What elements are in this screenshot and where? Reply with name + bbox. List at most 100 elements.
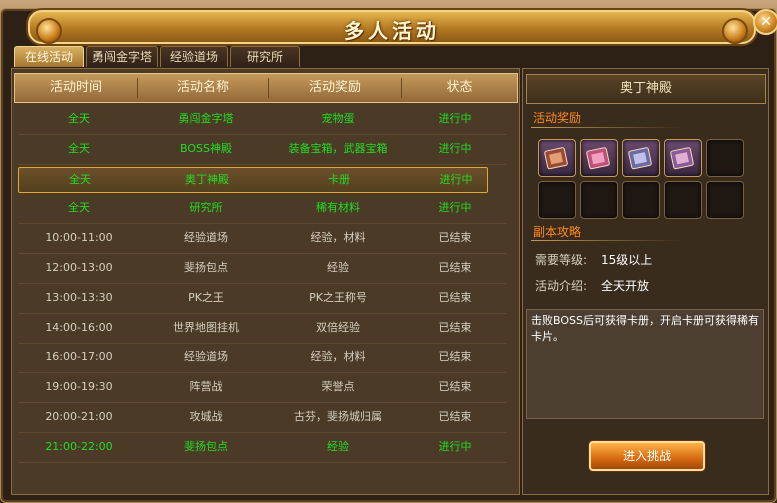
- cell-reward: 荣誉点: [321, 380, 355, 394]
- cell-status: 已结束: [438, 350, 472, 364]
- cell-status: 已结束: [438, 231, 472, 245]
- cell-reward: PK之王称号: [309, 290, 367, 304]
- cell-name: 经验道场: [184, 350, 228, 364]
- table-row[interactable]: 21:00-22:00 斐扬包点 经验 进行中: [18, 433, 506, 463]
- table-row-selected[interactable]: 全天 奥丁神殿 卡册 进行中: [18, 166, 488, 193]
- cell-reward: 稀有材料: [316, 201, 360, 215]
- empty-slot: [664, 181, 702, 219]
- reward-item-slot[interactable]: [538, 139, 576, 177]
- cell-time: 19:00-19:30: [45, 380, 113, 394]
- tab-online-activities[interactable]: 在线活动: [14, 46, 84, 67]
- empty-slot: [706, 181, 744, 219]
- cell-reward: 古芬，斐扬城归属: [294, 410, 382, 423]
- detail-title: 奥丁神殿: [526, 74, 766, 104]
- cell-name: 斐扬包点: [184, 439, 228, 453]
- cell-name: 世界地图挂机: [173, 320, 239, 334]
- table-row[interactable]: 全天 研究所 稀有材料 进行中: [18, 194, 506, 225]
- table-row[interactable]: 14:00-16:00 世界地图挂机 双倍经验 已结束: [18, 314, 506, 344]
- tab-exp-dojo[interactable]: 经验道场: [160, 46, 228, 67]
- table-row[interactable]: 10:00-11:00 经验道场 经验，材料 已结束: [18, 224, 506, 255]
- cell-time: 全天: [68, 201, 90, 215]
- description-box: 击败BOSS后可获得卡册，开启卡册可获得稀有卡片。: [526, 309, 764, 419]
- close-icon: ✕: [760, 14, 772, 30]
- rewards-label: 活动奖励: [533, 111, 582, 125]
- close-button[interactable]: ✕: [753, 9, 777, 35]
- card-album-icon: [544, 147, 568, 170]
- table-row[interactable]: 20:00-21:00 攻城战 古芬，斐扬城归属 已结束: [18, 403, 506, 433]
- cell-name: 研究所: [189, 201, 223, 215]
- cell-status: 已结束: [438, 290, 472, 304]
- table-row[interactable]: 16:00-17:00 经验道场 经验，材料 已结束: [18, 343, 506, 374]
- cell-reward: 装备宝箱，武器宝箱: [288, 141, 388, 155]
- empty-slot: [622, 181, 660, 219]
- card-album-icon: [628, 147, 652, 170]
- cell-name: 攻城战: [189, 410, 223, 423]
- cell-name: PK之王: [188, 290, 224, 304]
- cell-time: 10:00-11:00: [45, 231, 113, 245]
- cell-status: 已结束: [438, 320, 472, 334]
- cell-time: 全天: [68, 141, 90, 155]
- guide-label: 副本攻略: [533, 225, 582, 239]
- intro-value: 全天开放: [601, 279, 650, 293]
- cell-reward: 经验，材料: [310, 231, 366, 245]
- header-reward: 活动奖励: [308, 80, 361, 95]
- cell-name: 奥丁神殿: [185, 172, 229, 186]
- cell-status: 进行中: [438, 201, 472, 215]
- cell-reward: 经验: [327, 439, 349, 453]
- header-name: 活动名称: [176, 80, 229, 95]
- activity-table: 活动时间 活动名称 活动奖励 状态 全天 勇闯金字塔 宠物蛋 进行中 全天 BOSS神殿装…: [11, 68, 520, 495]
- title-bar: 多人活动: [28, 10, 756, 44]
- cell-time: 13:00-13:30: [45, 290, 113, 304]
- cell-status: 进行中: [438, 141, 472, 155]
- cell-name: BOSS神殿: [180, 141, 232, 155]
- empty-slot: [538, 181, 576, 219]
- table-row[interactable]: 19:00-19:30 阵营战 荣誉点 已结束: [18, 373, 506, 404]
- intro-label: 活动介绍:: [535, 279, 588, 293]
- header-time: 活动时间: [49, 80, 102, 95]
- cell-name: 经验道场: [184, 231, 228, 245]
- cell-time: 14:00-16:00: [45, 320, 113, 334]
- card-album-icon: [670, 147, 694, 170]
- empty-slot: [580, 181, 618, 219]
- header-status: 状态: [446, 80, 473, 95]
- cell-reward: 卡册: [328, 172, 350, 186]
- reward-item-slot[interactable]: [664, 139, 702, 177]
- window-title: 多人活动: [344, 19, 440, 43]
- table-row[interactable]: 12:00-13:00 斐扬包点 经验 已结束: [18, 254, 506, 284]
- cell-time: 12:00-13:00: [45, 261, 113, 274]
- enter-challenge-button[interactable]: 进入挑战: [589, 441, 705, 471]
- cell-reward: 宠物蛋: [321, 112, 355, 125]
- table-header: 活动时间 活动名称 活动奖励 状态: [14, 73, 518, 103]
- reward-item-slot[interactable]: [622, 139, 660, 177]
- cell-time: 20:00-21:00: [45, 410, 113, 423]
- table-row[interactable]: 13:00-13:30 PK之王 PK之王称号 已结束: [18, 284, 506, 314]
- cell-status: 已结束: [438, 380, 472, 394]
- tab-institute[interactable]: 研究所: [230, 46, 300, 67]
- cell-time: 全天: [69, 172, 91, 186]
- tab-pyramid[interactable]: 勇闯金字塔: [86, 46, 158, 67]
- cell-status: 进行中: [438, 112, 472, 125]
- activity-detail-panel: 奥丁神殿 活动奖励 副本攻略 需要等级: 15级以上 活动介绍: 全天开放 击败…: [522, 68, 769, 495]
- cell-status: 已结束: [438, 261, 472, 274]
- cell-time: 21:00-22:00: [45, 439, 113, 453]
- table-row[interactable]: 全天 勇闯金字塔 宠物蛋 进行中: [18, 105, 506, 135]
- cell-status: 进行中: [438, 439, 472, 453]
- cell-reward: 经验，材料: [310, 350, 366, 364]
- card-album-icon: [586, 147, 610, 170]
- cell-status: 已结束: [438, 410, 472, 423]
- reward-item-slot[interactable]: [580, 139, 618, 177]
- cell-status: 进行中: [439, 172, 473, 186]
- cell-reward: 双倍经验: [316, 320, 360, 334]
- level-label: 需要等级:: [535, 253, 588, 267]
- cell-reward: 经验: [327, 261, 349, 274]
- empty-slot: [706, 139, 744, 177]
- cell-time: 16:00-17:00: [45, 350, 113, 364]
- level-value: 15级以上: [601, 253, 653, 267]
- cell-name: 阵营战: [189, 380, 223, 394]
- rewards-divider: [531, 127, 681, 128]
- cell-name: 勇闯金字塔: [178, 112, 234, 125]
- cell-time: 全天: [68, 112, 90, 125]
- cell-name: 斐扬包点: [184, 261, 228, 274]
- table-row[interactable]: 全天 BOSS神殿 装备宝箱，武器宝箱 进行中: [18, 135, 506, 165]
- guide-divider: [531, 240, 681, 241]
